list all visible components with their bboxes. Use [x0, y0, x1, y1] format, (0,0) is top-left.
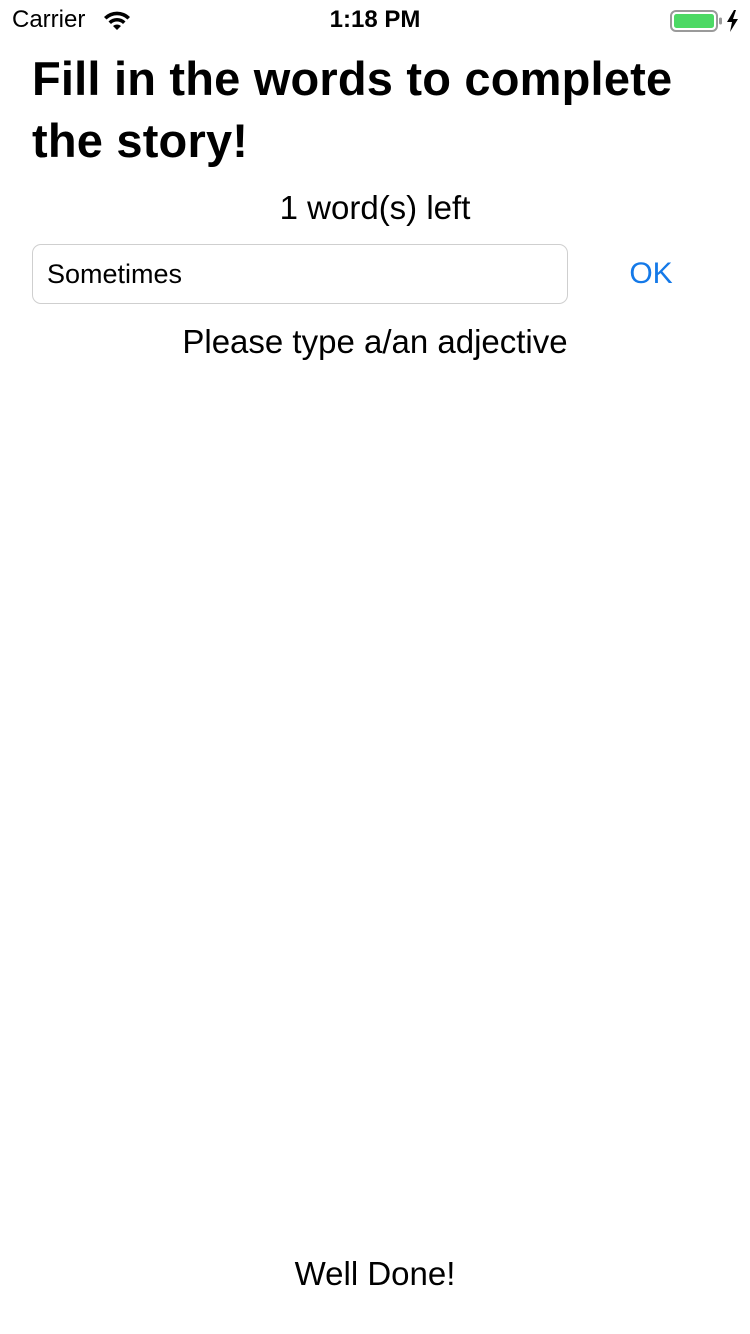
status-bar: Carrier 1:18 PM: [0, 0, 750, 40]
status-time: 1:18 PM: [329, 6, 421, 33]
word-input[interactable]: [32, 244, 568, 304]
ok-button[interactable]: OK: [610, 250, 692, 298]
page-title: Fill in the words to complete the story!: [32, 52, 673, 167]
word-type-prompt: Please type a/an adjective: [182, 323, 568, 360]
battery-charging-icon: [670, 10, 738, 32]
well-done-label: Well Done!: [294, 1255, 456, 1292]
words-left-counter: 1 word(s) left: [279, 189, 471, 226]
